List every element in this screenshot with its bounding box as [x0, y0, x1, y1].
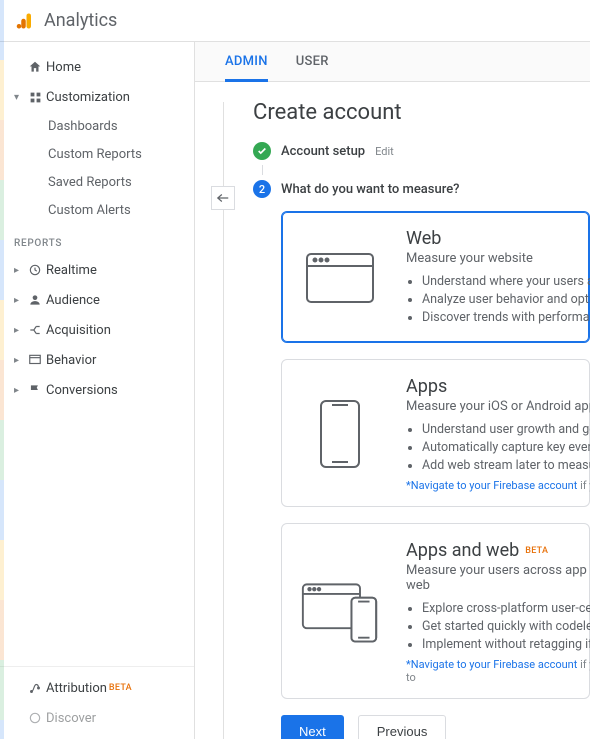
- step1-title: Account setup: [281, 144, 365, 159]
- sidebar: Home ▾ Customization Dashboards Custom R…: [0, 42, 195, 739]
- nav-customization-label: Customization: [46, 90, 130, 105]
- option-appsweb-bullet: Get started quickly with codeless event: [422, 619, 590, 634]
- option-appsweb-bullet: Implement without retagging if you: [422, 637, 590, 652]
- subnav-saved-reports[interactable]: Saved Reports: [0, 168, 194, 196]
- option-apps-bullet: Add web stream later to measure cross-pl…: [422, 458, 590, 473]
- back-button[interactable]: [211, 186, 235, 210]
- behavior-icon: [24, 353, 46, 367]
- app-title: Analytics: [44, 10, 117, 31]
- subnav-custom-alerts[interactable]: Custom Alerts: [0, 196, 194, 224]
- option-web-bullet: Understand where your users are coming f…: [422, 274, 590, 289]
- decorative-edge-stripe: [0, 0, 4, 739]
- option-appsweb-bullet: Explore cross-platform user-centric: [422, 601, 590, 616]
- admin-tabs: ADMIN USER: [195, 42, 590, 82]
- customization-icon: [24, 91, 46, 104]
- option-appsweb-subtitle: Measure your users across app and web: [406, 563, 590, 593]
- nav-realtime[interactable]: ▸ Realtime: [0, 255, 194, 285]
- tab-user[interactable]: USER: [296, 42, 329, 82]
- step-account-setup[interactable]: Account setup Edit: [253, 137, 590, 165]
- nav-attribution-label: Attribution: [46, 681, 107, 696]
- clock-icon: [24, 263, 46, 277]
- option-apps-title: Apps: [406, 376, 590, 397]
- beta-badge: BETA: [525, 546, 548, 556]
- analytics-logo-icon: [16, 12, 34, 30]
- discover-icon: [24, 711, 46, 725]
- expand-icon: ▸: [14, 385, 24, 396]
- option-card-apps-and-web[interactable]: Apps and web BETA Measure your users acro…: [281, 523, 590, 699]
- nav-audience[interactable]: ▸ Audience: [0, 285, 194, 315]
- collapse-icon: ▾: [14, 92, 24, 103]
- option-web-bullet: Discover trends with performance: [422, 310, 590, 325]
- nav-audience-label: Audience: [46, 293, 100, 308]
- nav-acquisition[interactable]: ▸ Acquisition: [0, 315, 194, 345]
- option-apps-bullet: Automatically capture key events or: [422, 440, 590, 455]
- expand-icon: ▸: [14, 355, 24, 366]
- expand-icon: ▸: [14, 325, 24, 336]
- step1-edit-link[interactable]: Edit: [375, 145, 394, 158]
- nav-discover-label: Discover: [46, 711, 96, 726]
- nav-home-label: Home: [46, 60, 81, 75]
- option-appsweb-note: *Navigate to your Firebase account if yo…: [406, 658, 590, 684]
- check-icon: [253, 142, 271, 160]
- subnav-custom-reports[interactable]: Custom Reports: [0, 140, 194, 168]
- nav-home[interactable]: Home: [0, 52, 194, 82]
- back-arrow-icon: [216, 193, 230, 203]
- nav-conversions-label: Conversions: [46, 383, 118, 398]
- nav-behavior-label: Behavior: [46, 353, 96, 368]
- acquisition-icon: [24, 323, 46, 337]
- nav-realtime-label: Realtime: [46, 263, 97, 278]
- reports-section-label: REPORTS: [0, 224, 194, 255]
- expand-icon: ▸: [14, 295, 24, 306]
- option-apps-bullet: Understand user growth and get insights: [422, 422, 590, 437]
- phone-icon: [300, 376, 380, 492]
- nav-attribution[interactable]: Attribution BETA: [0, 673, 194, 703]
- option-apps-subtitle: Measure your iOS or Android apps: [406, 399, 590, 414]
- nav-conversions[interactable]: ▸ Conversions: [0, 375, 194, 405]
- option-web-bullet: Analyze user behavior and optimize: [422, 292, 590, 307]
- nav-discover[interactable]: Discover: [0, 703, 194, 733]
- option-web-title: Web: [406, 228, 590, 249]
- step2-number: 2: [253, 180, 271, 198]
- option-appsweb-title: Apps and web: [406, 540, 519, 561]
- option-card-apps[interactable]: Apps Measure your iOS or Android apps Un…: [281, 359, 590, 507]
- home-icon: [24, 60, 46, 74]
- flag-icon: [24, 383, 46, 397]
- nav-acquisition-label: Acquisition: [46, 323, 111, 338]
- beta-badge: BETA: [109, 683, 132, 693]
- previous-button[interactable]: Previous: [358, 715, 447, 739]
- step2-title: What do you want to measure?: [281, 182, 460, 197]
- option-card-web[interactable]: Web Measure your website Understand wher…: [281, 211, 590, 343]
- app-header: Analytics: [0, 0, 590, 42]
- step-what-to-measure: 2 What do you want to measure?: [253, 175, 590, 203]
- option-web-subtitle: Measure your website: [406, 251, 590, 266]
- nav-customization[interactable]: ▾ Customization: [0, 82, 194, 112]
- content-area: ADMIN USER Create account Account setup …: [195, 42, 590, 739]
- tab-admin[interactable]: ADMIN: [225, 42, 268, 82]
- page-title: Create account: [253, 100, 590, 125]
- person-icon: [24, 293, 46, 307]
- back-rail: [209, 102, 237, 739]
- browser-and-phone-icon: [300, 540, 380, 684]
- expand-icon: ▸: [14, 265, 24, 276]
- browser-window-icon: [300, 228, 380, 328]
- option-apps-note: *Navigate to your Firebase account if yo…: [406, 479, 590, 492]
- subnav-dashboards[interactable]: Dashboards: [0, 112, 194, 140]
- next-button[interactable]: Next: [281, 715, 344, 739]
- nav-behavior[interactable]: ▸ Behavior: [0, 345, 194, 375]
- attribution-icon: [24, 681, 46, 695]
